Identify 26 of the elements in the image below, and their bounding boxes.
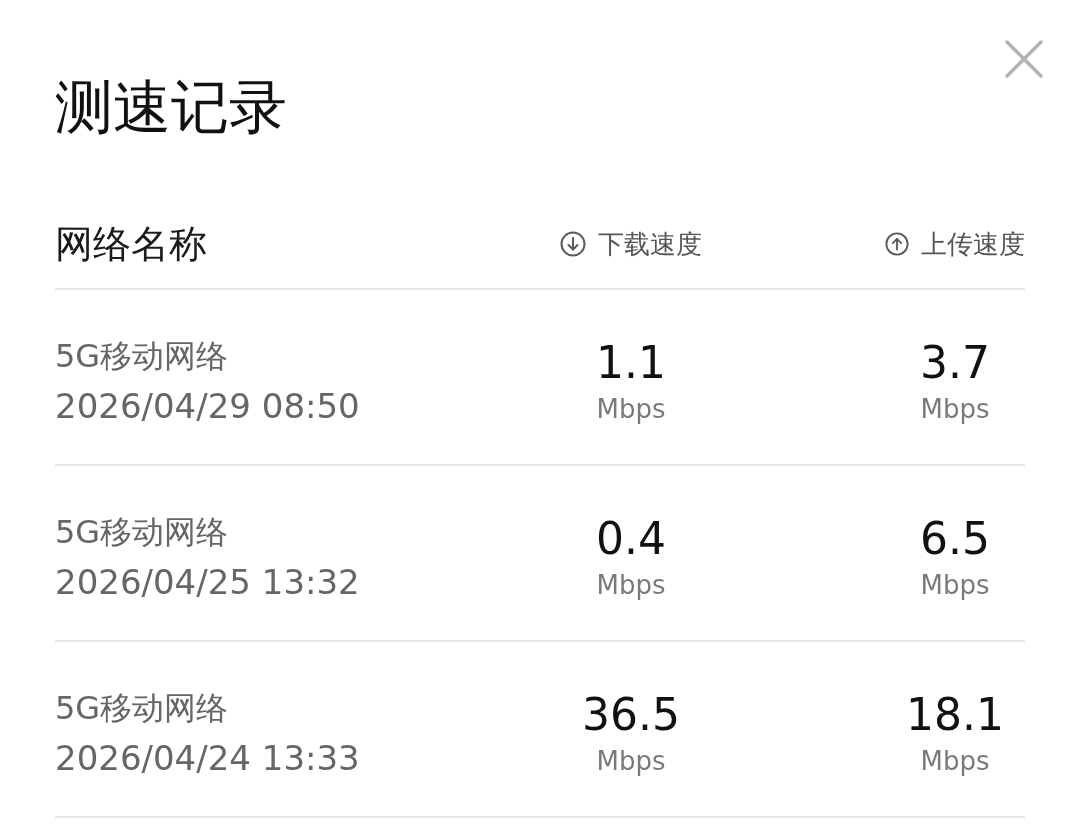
- close-button[interactable]: [1005, 40, 1043, 78]
- close-icon: [1005, 40, 1043, 78]
- column-header: 网络名称: [55, 221, 207, 268]
- column-header: 下载速度: [598, 228, 702, 261]
- speed-value: 18.1: [906, 689, 1004, 741]
- speed-value: 3.7: [920, 337, 990, 389]
- speed-value: 1.1: [596, 337, 666, 389]
- speed-unit: Mbps: [920, 569, 990, 601]
- speed-value: 36.5: [582, 689, 680, 741]
- test-time: 2026/04/24 13:33: [55, 737, 360, 780]
- arrow-down-circle-icon: [560, 231, 586, 257]
- speed-unit: Mbps: [920, 393, 990, 425]
- network-name: 5G移动网络: [55, 336, 229, 376]
- speed-unit: Mbps: [596, 569, 666, 601]
- speed-unit: Mbps: [596, 745, 666, 777]
- speed-value: 0.4: [596, 513, 666, 565]
- arrow-up-circle-icon: [885, 231, 909, 257]
- network-name: 5G移动网络: [55, 512, 229, 552]
- speed-value: 6.5: [920, 513, 990, 565]
- speed-unit: Mbps: [596, 393, 666, 425]
- network-name: 5G移动网络: [55, 688, 229, 728]
- speed-unit: Mbps: [920, 745, 990, 777]
- column-header: 上传速度: [921, 228, 1025, 261]
- dialog-title: 测速记录: [55, 72, 287, 142]
- test-time: 2026/04/25 13:32: [55, 561, 360, 604]
- test-time: 2026/04/29 08:50: [55, 385, 360, 428]
